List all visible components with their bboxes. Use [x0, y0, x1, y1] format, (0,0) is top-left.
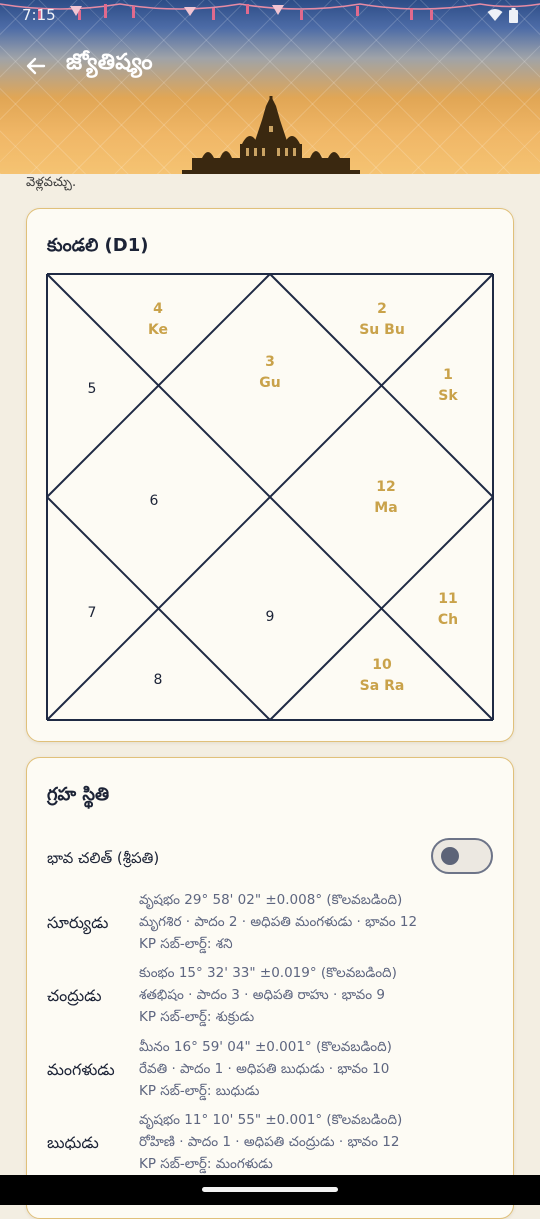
house-2: 2 Su Bu [359, 301, 405, 338]
planet-longitude: మీనం 16° 59' 04" ±0.001° (కొలవబడింది) [139, 1039, 392, 1055]
house-12: 12 Ma [374, 479, 397, 516]
home-gesture-handle[interactable] [202, 1187, 338, 1192]
arrow-left-icon [26, 57, 46, 75]
house-7: 7 [88, 605, 97, 621]
house-planets: Su Bu [359, 322, 405, 338]
planet-row-moon: చంద్రుడు కుంభం 15° 32' 33" ±0.019° (కొలవ… [47, 962, 493, 1034]
battery-icon [509, 7, 518, 23]
house-number: 6 [150, 493, 159, 509]
house-6: 6 [150, 493, 159, 509]
kundli-card: కుండలి (D1) 4 Ke 2 Su Bu 3 Gu 1 Sk 5 6 12 Ma 7 9 11 Ch 8… [26, 208, 514, 742]
house-number: 5 [88, 381, 97, 397]
house-number: 10 [372, 657, 392, 673]
house-number: 9 [266, 609, 275, 625]
house-4: 4 Ke [148, 301, 168, 338]
house-10: 10 Sa Ra [360, 657, 405, 694]
planet-name: చంద్రుడు [47, 986, 102, 1005]
bhava-chalit-label: భావ చలిత్ (శ్రీపతి) [47, 849, 160, 867]
house-5: 5 [88, 381, 97, 397]
wifi-icon [487, 9, 503, 21]
planet-row-mars: మంగళుడు మీనం 16° 59' 04" ±0.001° (కొలవబడ… [47, 1036, 493, 1108]
system-nav-bar [0, 1175, 540, 1205]
header-banner: 7:15 జ్యోతిష్యం [0, 0, 540, 174]
house-planets: Ma [374, 500, 397, 516]
house-planets: Ch [438, 612, 458, 628]
planet-name: మంగళుడు [47, 1060, 115, 1079]
house-number: 7 [88, 605, 97, 621]
planet-nakshatra: రోహిణి · పాదం 1 · అధిపతి చంద్రుడు · భావం… [139, 1134, 400, 1150]
house-3: 3 Gu [259, 354, 280, 391]
planet-longitude: వృషభం 11° 10' 55" ±0.001° (కొలవబడింది) [139, 1112, 403, 1128]
house-number: 2 [377, 301, 387, 317]
planet-row-sun: సూర్యుడు వృషభం 29° 58' 02" ±0.008° (కొలవ… [47, 889, 493, 961]
house-number: 3 [265, 354, 275, 370]
house-11: 11 Ch [438, 591, 458, 628]
planet-longitude: కుంభం 15° 32' 33" ±0.019° (కొలవబడింది) [139, 965, 397, 981]
planet-kp-sublord: KP సబ్-లార్డ్: మంగళుడు [139, 1156, 273, 1172]
intro-text-tail: వెళ్లవచ్చు. [26, 175, 77, 190]
house-number: 4 [153, 301, 163, 317]
bhava-chalit-row: భావ చలిత్ (శ్రీపతి) [47, 838, 493, 884]
planet-kp-sublord: KP సబ్-లార్డ్: శుక్రుడు [139, 1009, 255, 1025]
planet-row-mercury: బుధుడు వృషభం 11° 10' 55" ±0.001° (కొలవబడ… [47, 1109, 493, 1181]
planet-positions-title: గ్రహ స్థితి [47, 784, 110, 805]
planet-nakshatra: రేవతి · పాదం 1 · అధిపతి బుధుడు · భావం 10 [139, 1061, 390, 1077]
house-8: 8 [154, 672, 163, 688]
planet-name: సూర్యుడు [47, 913, 109, 932]
status-bar: 7:15 [0, 0, 540, 30]
planet-kp-sublord: KP సబ్-లార్డ్: బుధుడు [139, 1083, 260, 1099]
chart-grid [46, 273, 494, 721]
bhava-chalit-toggle[interactable] [431, 838, 493, 874]
house-planets: Sk [438, 388, 458, 404]
house-9: 9 [266, 609, 275, 625]
back-button[interactable] [14, 44, 58, 88]
planet-nakshatra: శతభిషం · పాదం 3 · అధిపతి రాహు · భావం 9 [139, 987, 385, 1003]
house-number: 8 [154, 672, 163, 688]
planet-longitude: వృషభం 29° 58' 02" ±0.008° (కొలవబడింది) [139, 892, 403, 908]
kundli-chart: 4 Ke 2 Su Bu 3 Gu 1 Sk 5 6 12 Ma 7 9 11 Ch 8 10 Sa Ra [46, 273, 494, 721]
planet-kp-sublord: KP సబ్-లార్డ్: శని [139, 936, 233, 952]
house-planets: Ke [148, 322, 168, 338]
planet-nakshatra: మృగశిర · పాదం 2 · అధిపతి మంగళుడు · భావం … [139, 914, 418, 930]
house-planets: Sa Ra [360, 678, 405, 694]
toggle-knob [441, 847, 459, 865]
house-number: 12 [376, 479, 395, 495]
house-number: 1 [443, 367, 453, 383]
kundli-title: కుండలి (D1) [47, 235, 149, 256]
planet-name: బుధుడు [47, 1133, 99, 1152]
temple-illustration [182, 96, 360, 174]
app-bar: జ్యోతిష్యం [0, 40, 540, 94]
house-1: 1 Sk [438, 367, 458, 404]
status-time: 7:15 [22, 6, 56, 24]
planet-positions-card: గ్రహ స్థితి భావ చలిత్ (శ్రీపతి) సూర్యుడు… [26, 757, 514, 1219]
house-number: 11 [438, 591, 457, 607]
page-title: జ్యోతిష్యం [66, 50, 153, 75]
house-planets: Gu [259, 375, 280, 391]
